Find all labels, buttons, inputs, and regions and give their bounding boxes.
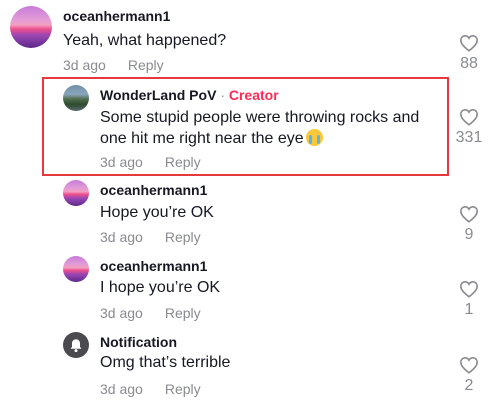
like-count: 331 bbox=[455, 129, 483, 146]
comment-meta: 3d ago Reply bbox=[100, 229, 201, 245]
bell-icon bbox=[70, 338, 82, 352]
heart-icon bbox=[459, 356, 479, 374]
comment-text-line: Some stupid people were throwing rocks a… bbox=[100, 109, 420, 126]
crying-face-icon bbox=[305, 129, 323, 146]
comment-username[interactable]: oceanhermann1 bbox=[63, 8, 170, 24]
comment-timestamp: 3d ago bbox=[63, 57, 106, 73]
heart-icon bbox=[459, 280, 479, 298]
comment-item: oceanhermann1 Yeah, what happened? 3d ag… bbox=[0, 0, 492, 78]
comment-meta: 3d ago Reply bbox=[63, 57, 164, 73]
reply-button[interactable]: Reply bbox=[165, 229, 201, 245]
comment-timestamp: 3d ago bbox=[100, 381, 143, 397]
heart-icon bbox=[459, 34, 479, 52]
like-button[interactable]: 2 bbox=[449, 356, 489, 395]
heart-icon bbox=[459, 205, 479, 223]
comment-timestamp: 3d ago bbox=[100, 305, 143, 321]
like-count: 88 bbox=[460, 55, 478, 72]
like-button[interactable]: 88 bbox=[449, 34, 489, 73]
like-count: 9 bbox=[464, 226, 474, 243]
comment-username: WonderLand PoV · Creator bbox=[100, 87, 279, 103]
like-count: 1 bbox=[464, 301, 474, 318]
like-count: 2 bbox=[464, 377, 474, 394]
comment-text: Yeah, what happened? bbox=[63, 32, 227, 49]
comment-item: WonderLand PoV · Creator Some stupid peo… bbox=[0, 80, 492, 176]
heart-icon bbox=[459, 108, 479, 126]
creator-badge: Creator bbox=[228, 87, 279, 103]
separator-dot: · bbox=[220, 87, 225, 103]
comment-timestamp: 3d ago bbox=[100, 154, 143, 170]
reply-button[interactable]: Reply bbox=[128, 57, 164, 73]
avatar[interactable] bbox=[10, 6, 52, 48]
comment-username[interactable]: Notification bbox=[100, 334, 177, 350]
avatar[interactable] bbox=[63, 180, 89, 206]
like-button[interactable]: 1 bbox=[449, 280, 489, 319]
comment-meta: 3d ago Reply bbox=[100, 305, 201, 321]
avatar[interactable] bbox=[63, 332, 89, 358]
avatar[interactable] bbox=[63, 256, 89, 282]
comment-meta: 3d ago Reply bbox=[100, 381, 201, 397]
like-button[interactable]: 9 bbox=[449, 205, 489, 244]
comment-text: Hope you’re OK bbox=[100, 204, 214, 221]
reply-button[interactable]: Reply bbox=[165, 381, 201, 397]
like-button[interactable]: 331 bbox=[449, 108, 489, 147]
creator-username[interactable]: WonderLand PoV bbox=[100, 87, 216, 103]
reply-button[interactable]: Reply bbox=[165, 154, 201, 170]
comment-timestamp: 3d ago bbox=[100, 229, 143, 245]
comment-text: Omg that’s terrible bbox=[100, 354, 231, 371]
comment-item: oceanhermann1 I hope you’re OK 3d ago Rep… bbox=[0, 254, 492, 330]
comment-username[interactable]: oceanhermann1 bbox=[100, 258, 207, 274]
comment-meta: 3d ago Reply bbox=[100, 154, 201, 170]
comment-text-line: one hit me right near the eye bbox=[100, 128, 419, 149]
comment-item: Notification Omg that’s terrible 3d ago R… bbox=[0, 330, 492, 401]
comment-text: Some stupid people were throwing rocks a… bbox=[100, 107, 419, 149]
avatar[interactable] bbox=[63, 85, 89, 111]
comment-username[interactable]: oceanhermann1 bbox=[100, 182, 207, 198]
comment-text: I hope you’re OK bbox=[100, 279, 221, 296]
reply-button[interactable]: Reply bbox=[165, 305, 201, 321]
comment-item: oceanhermann1 Hope you’re OK 3d ago Reply… bbox=[0, 178, 492, 254]
